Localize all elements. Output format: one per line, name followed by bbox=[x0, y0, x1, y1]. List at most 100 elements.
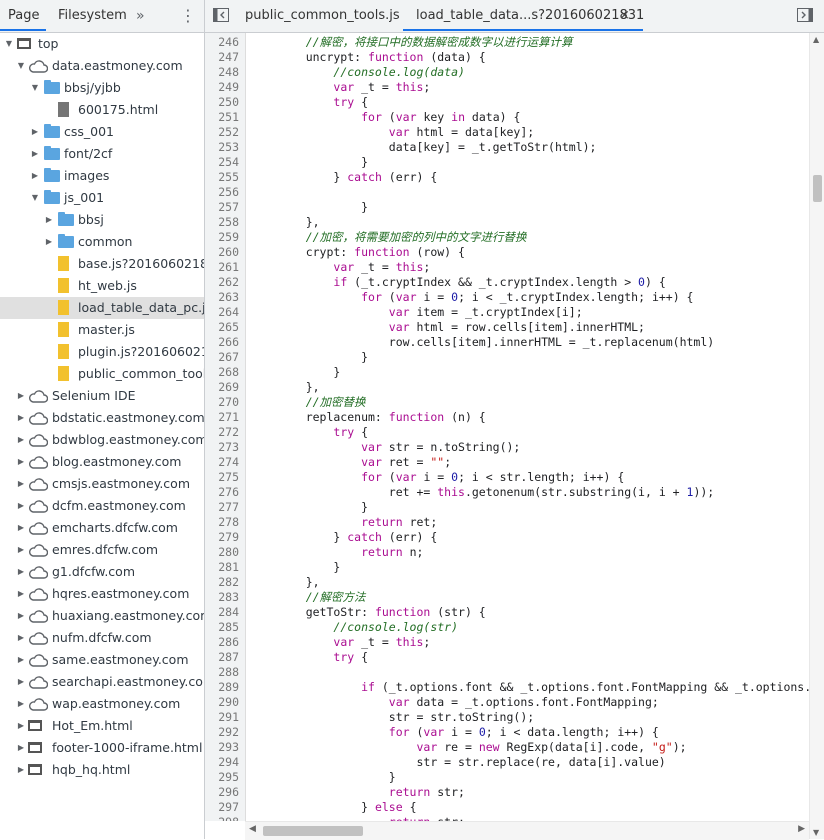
toggle-debugger-icon[interactable] bbox=[797, 8, 813, 22]
tree-item[interactable]: ▶ dcfm.eastmoney.com bbox=[0, 495, 204, 517]
tree-item[interactable]: 600175.html bbox=[0, 99, 204, 121]
line-number[interactable]: 281 bbox=[205, 560, 239, 575]
tree-item[interactable]: ▶ searchapi.eastmoney.com bbox=[0, 671, 204, 693]
tree-item[interactable]: ▶ same.eastmoney.com bbox=[0, 649, 204, 671]
tree-item[interactable]: plugin.js?20160602183 bbox=[0, 341, 204, 363]
line-number[interactable]: 246 bbox=[205, 35, 239, 50]
line-number[interactable]: 291 bbox=[205, 710, 239, 725]
collapsed-arrow-icon[interactable]: ▶ bbox=[16, 451, 26, 473]
expanded-arrow-icon[interactable]: ▼ bbox=[16, 55, 26, 77]
collapsed-arrow-icon[interactable]: ▶ bbox=[16, 473, 26, 495]
tab-filesystem[interactable]: Filesystem bbox=[58, 0, 127, 31]
horizontal-scrollbar[interactable]: ◀ ▶ bbox=[245, 821, 809, 840]
line-number[interactable]: 254 bbox=[205, 155, 239, 170]
line-number[interactable]: 277 bbox=[205, 500, 239, 515]
collapsed-arrow-icon[interactable]: ▶ bbox=[16, 583, 26, 605]
line-number[interactable]: 272 bbox=[205, 425, 239, 440]
collapsed-arrow-icon[interactable]: ▶ bbox=[16, 517, 26, 539]
more-tabs-icon[interactable]: » bbox=[136, 0, 145, 31]
line-number[interactable]: 282 bbox=[205, 575, 239, 590]
line-number[interactable]: 283 bbox=[205, 590, 239, 605]
line-number[interactable]: 257 bbox=[205, 200, 239, 215]
line-number[interactable]: 260 bbox=[205, 245, 239, 260]
expanded-arrow-icon[interactable]: ▼ bbox=[30, 187, 40, 209]
collapsed-arrow-icon[interactable]: ▶ bbox=[16, 495, 26, 517]
line-number[interactable]: 267 bbox=[205, 350, 239, 365]
code-view[interactable]: 246 //解密，将接口中的数据解密成数字以进行运算计算 247 uncrypt:… bbox=[205, 33, 809, 821]
tree-item[interactable]: load_table_data_pc.js?2 bbox=[0, 297, 204, 319]
collapsed-arrow-icon[interactable]: ▶ bbox=[16, 385, 26, 407]
kebab-menu-icon[interactable]: ⋮ bbox=[180, 0, 196, 31]
tree-item[interactable]: ▼ data.eastmoney.com bbox=[0, 55, 204, 77]
line-number[interactable]: 284 bbox=[205, 605, 239, 620]
line-number[interactable]: 274 bbox=[205, 455, 239, 470]
line-number[interactable]: 270 bbox=[205, 395, 239, 410]
collapsed-arrow-icon[interactable]: ▶ bbox=[16, 407, 26, 429]
collapsed-arrow-icon[interactable]: ▶ bbox=[16, 605, 26, 627]
tree-item[interactable]: ▶ g1.dfcfw.com bbox=[0, 561, 204, 583]
close-tab-icon[interactable]: × bbox=[619, 0, 630, 32]
tree-item[interactable]: ▶ bdwblog.eastmoney.com bbox=[0, 429, 204, 451]
tab-load-table-data[interactable]: load_table_data...s?201606021831 bbox=[416, 0, 644, 32]
scroll-down-icon[interactable]: ▼ bbox=[813, 828, 819, 837]
expanded-arrow-icon[interactable]: ▼ bbox=[4, 33, 14, 55]
tree-item[interactable]: ▶ emcharts.dfcfw.com bbox=[0, 517, 204, 539]
line-number[interactable]: 264 bbox=[205, 305, 239, 320]
line-number[interactable]: 253 bbox=[205, 140, 239, 155]
collapsed-arrow-icon[interactable]: ▶ bbox=[16, 737, 26, 759]
collapsed-arrow-icon[interactable]: ▶ bbox=[16, 759, 26, 781]
collapsed-arrow-icon[interactable]: ▶ bbox=[44, 209, 54, 231]
vertical-scroll-thumb[interactable] bbox=[813, 175, 822, 202]
line-number[interactable]: 273 bbox=[205, 440, 239, 455]
collapsed-arrow-icon[interactable]: ▶ bbox=[16, 539, 26, 561]
tree-item[interactable]: ▶ hqb_hq.html bbox=[0, 759, 204, 781]
tree-item[interactable]: public_common_tools.js bbox=[0, 363, 204, 385]
tab-page[interactable]: Page bbox=[8, 0, 39, 31]
tree-item[interactable]: ▶ images bbox=[0, 165, 204, 187]
line-number[interactable]: 247 bbox=[205, 50, 239, 65]
line-number[interactable]: 285 bbox=[205, 620, 239, 635]
line-number[interactable]: 290 bbox=[205, 695, 239, 710]
tab-public-common-tools[interactable]: public_common_tools.js bbox=[245, 0, 400, 32]
collapsed-arrow-icon[interactable]: ▶ bbox=[30, 165, 40, 187]
collapsed-arrow-icon[interactable]: ▶ bbox=[30, 121, 40, 143]
line-number[interactable]: 262 bbox=[205, 275, 239, 290]
line-number[interactable]: 296 bbox=[205, 785, 239, 800]
line-number[interactable]: 249 bbox=[205, 80, 239, 95]
line-number[interactable]: 298 bbox=[205, 815, 239, 821]
collapsed-arrow-icon[interactable]: ▶ bbox=[16, 429, 26, 451]
line-number[interactable]: 297 bbox=[205, 800, 239, 815]
tree-item[interactable]: ▶ nufm.dfcfw.com bbox=[0, 627, 204, 649]
line-number[interactable]: 263 bbox=[205, 290, 239, 305]
tree-item[interactable]: ▶ hqres.eastmoney.com bbox=[0, 583, 204, 605]
tree-item[interactable]: ▶ Selenium IDE bbox=[0, 385, 204, 407]
vertical-scrollbar[interactable]: ▲ ▼ bbox=[809, 33, 824, 839]
tree-item[interactable]: ▼ top bbox=[0, 33, 204, 55]
horizontal-scroll-thumb[interactable] bbox=[263, 826, 363, 836]
tree-item[interactable]: ▶ Hot_Em.html bbox=[0, 715, 204, 737]
collapsed-arrow-icon[interactable]: ▶ bbox=[44, 231, 54, 253]
line-number[interactable]: 256 bbox=[205, 185, 239, 200]
tree-item[interactable]: ht_web.js bbox=[0, 275, 204, 297]
tree-item[interactable]: ▶ font/2cf bbox=[0, 143, 204, 165]
line-number[interactable]: 248 bbox=[205, 65, 239, 80]
tree-item[interactable]: ▼ bbsj/yjbb bbox=[0, 77, 204, 99]
line-number[interactable]: 271 bbox=[205, 410, 239, 425]
tree-item[interactable]: ▶ common bbox=[0, 231, 204, 253]
line-number[interactable]: 255 bbox=[205, 170, 239, 185]
tree-item[interactable]: ▶ huaxiang.eastmoney.com bbox=[0, 605, 204, 627]
line-number[interactable]: 252 bbox=[205, 125, 239, 140]
line-number[interactable]: 293 bbox=[205, 740, 239, 755]
tree-item[interactable]: ▶ bbsj bbox=[0, 209, 204, 231]
line-number[interactable]: 292 bbox=[205, 725, 239, 740]
tree-item[interactable]: ▶ css_001 bbox=[0, 121, 204, 143]
toggle-navigator-icon[interactable] bbox=[213, 8, 229, 22]
scroll-right-icon[interactable]: ▶ bbox=[798, 824, 805, 834]
line-number[interactable]: 266 bbox=[205, 335, 239, 350]
line-number[interactable]: 251 bbox=[205, 110, 239, 125]
line-number[interactable]: 258 bbox=[205, 215, 239, 230]
tree-item[interactable]: ▼ js_001 bbox=[0, 187, 204, 209]
line-number[interactable]: 265 bbox=[205, 320, 239, 335]
line-number[interactable]: 279 bbox=[205, 530, 239, 545]
line-number[interactable]: 259 bbox=[205, 230, 239, 245]
